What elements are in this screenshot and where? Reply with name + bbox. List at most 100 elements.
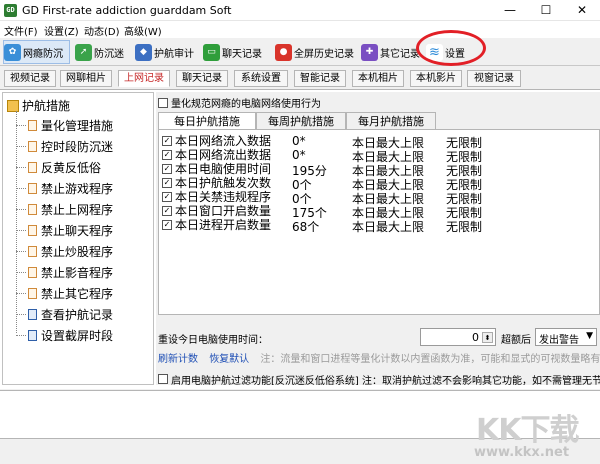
tree-item-block-games[interactable]: 禁止游戏程序 [16, 178, 113, 198]
tab-window-records[interactable]: 视窗记录 [467, 70, 521, 87]
tab-monthly-measures[interactable]: 每月护航措施 [346, 112, 436, 129]
tree-item-label: 反黄反低俗 [41, 160, 102, 175]
page-icon [28, 140, 37, 152]
chat-icon: ▭ [203, 43, 220, 61]
menu-settings[interactable]: 设置(Z) [44, 23, 79, 38]
menu-dynamic[interactable]: 动态(D) [84, 23, 120, 38]
row-value: 0* [292, 148, 306, 162]
minimize-button[interactable]: — [492, 0, 528, 21]
camera-icon: ● [275, 43, 292, 61]
toolbar-addiction-button[interactable]: ✿ 网瘾防沉 [3, 40, 70, 64]
row-checkbox[interactable]: ✓ [162, 135, 172, 146]
tree-item-block-web[interactable]: 禁止上网程序 [16, 199, 113, 219]
app-icon: GD [4, 4, 17, 17]
tab-system-settings[interactable]: 系统设置 [234, 70, 288, 87]
close-button[interactable]: ✕ [564, 0, 600, 21]
tree-item-view-records[interactable]: 查看护航记录 [16, 304, 113, 324]
tree-root-label: 护航措施 [22, 99, 71, 113]
tree-item-block-stocks[interactable]: 禁止炒股程序 [16, 241, 113, 261]
tree-item-anti-vulgar[interactable]: 反黄反低俗 [16, 157, 101, 177]
links-row: 刷新计数 恢复默认 注：流量和窗口进程等量化计数以内置函数为准，可能和显式的可视… [158, 350, 600, 364]
tab-local-videos[interactable]: 本机影片 [410, 70, 462, 87]
row-checkbox[interactable]: ✓ [162, 219, 172, 230]
tree-item-label: 设置截屏时段 [41, 328, 114, 343]
tree-item-label: 控时段防沉迷 [41, 139, 114, 154]
toolbar-settings-label: 设置 [445, 48, 465, 60]
page-icon [28, 308, 37, 320]
toolbar-other-records-label: 其它记录 [380, 48, 420, 60]
toolbar-other-records-button[interactable]: ✚ 其它记录 [361, 40, 420, 64]
row-name: 本日进程开启数量 [175, 218, 272, 232]
toolbar-addiction-label: 网瘾防沉 [23, 48, 63, 60]
tree-item-label: 禁止炒股程序 [41, 244, 114, 259]
toolbar-fullscreen-history-button[interactable]: ● 全屏历史记录 [275, 40, 355, 64]
flower-icon: ✿ [4, 43, 21, 61]
filter-checkbox-label: 启用电脑护航过滤功能[反沉迷反低俗系统] 注：取消护航过滤不会影响其它功能，如不… [171, 375, 600, 386]
row-limit-label: 本日最大上限 [352, 220, 425, 234]
row-checkbox[interactable]: ✓ [162, 205, 172, 216]
count-hint: 注：流量和窗口进程等量化计数以内置函数为准，可能和显式的可视数量略有差异 [260, 354, 600, 364]
tab-video-records[interactable]: 视频记录 [4, 70, 56, 87]
reset-time-label: 重设今日电脑使用时间： [158, 335, 268, 346]
window-title: GD First-rate addiction guarddam Soft [22, 4, 232, 17]
tab-chat-photos[interactable]: 网聊相片 [60, 70, 112, 87]
tree-item-label: 禁止影音程序 [41, 265, 114, 280]
daily-limits-table: ✓ 本日网络流入数据 0* 本日最大上限 无限制 ✓ 本日网络流出数据 0* 本… [158, 129, 600, 315]
exceed-action-select[interactable]: 发出警告 ▼ [535, 328, 597, 346]
arrow-icon: ➚ [75, 43, 92, 61]
restore-default-link[interactable]: 恢复默认 [209, 354, 249, 364]
chevron-down-icon: ▼ [586, 331, 593, 341]
exceed-label: 超额后 [501, 335, 531, 346]
page-icon [28, 224, 37, 236]
tree-item-screenshot-period[interactable]: 设置截屏时段 [16, 325, 113, 345]
behavior-checkbox-label: 量化规范网瘾的电脑网络使用行为 [171, 99, 321, 110]
record-tabs: 视频记录 网聊相片 上网记录 聊天记录 系统设置 智能记录 本机相片 本机影片 … [0, 67, 600, 89]
row-value: 0* [292, 134, 306, 148]
tree-item-time-control[interactable]: 控时段防沉迷 [16, 136, 113, 156]
row-checkbox[interactable]: ✓ [162, 191, 172, 202]
tree-item-label: 禁止聊天程序 [41, 223, 114, 238]
spinner-arrows-icon[interactable]: ⬍ [482, 332, 493, 343]
toolbar-audit-label: 护航审计 [154, 48, 194, 60]
tree-item-quantify[interactable]: 量化管理措施 [16, 115, 113, 135]
page-icon [28, 182, 37, 194]
behavior-checkbox[interactable] [158, 97, 168, 108]
tab-chat-records[interactable]: 聊天记录 [176, 70, 228, 87]
toolbar-anti-addiction-label: 防沉迷 [94, 48, 124, 60]
tab-weekly-measures[interactable]: 每周护航措施 [256, 112, 346, 129]
row-limit-value[interactable]: 无限制 [446, 218, 482, 235]
page-icon [28, 203, 37, 215]
row-checkbox[interactable]: ✓ [162, 163, 172, 174]
reset-time-spinner[interactable]: 0 ⬍ [420, 328, 496, 346]
row-checkbox[interactable]: ✓ [162, 149, 172, 160]
page-icon [28, 119, 37, 131]
toolbar-anti-addiction-button[interactable]: ➚ 防沉迷 [75, 40, 131, 64]
tree-item-label: 禁止上网程序 [41, 202, 114, 217]
behavior-checkbox-row[interactable]: 量化规范网瘾的电脑网络使用行为 [158, 95, 321, 110]
tab-local-photos[interactable]: 本机相片 [352, 70, 404, 87]
toolbar-audit-button[interactable]: ◆ 护航审计 [135, 40, 199, 64]
filter-checkbox-row[interactable]: 启用电脑护航过滤功能[反沉迷反低俗系统] 注：取消护航过滤不会影响其它功能，如不… [158, 373, 600, 385]
filter-checkbox[interactable] [158, 374, 168, 384]
refresh-count-link[interactable]: 刷新计数 [158, 354, 198, 364]
tree-item-block-other[interactable]: 禁止其它程序 [16, 283, 113, 303]
watermark-logo: KK下载 [476, 413, 579, 448]
page-icon [28, 329, 37, 341]
maximize-button[interactable]: ☐ [528, 0, 564, 21]
row-checkbox[interactable]: ✓ [162, 177, 172, 188]
page-icon [28, 287, 37, 299]
tree-item-label: 查看护航记录 [41, 307, 114, 322]
table-row[interactable]: ✓ 本日进程开启数量 68个 本日最大上限 无限制 [162, 218, 482, 234]
toolbar-settings-button[interactable]: ≋ 设置 [426, 40, 474, 64]
tab-daily-measures[interactable]: 每日护航措施 [158, 112, 256, 129]
exceed-action-value: 发出警告 [539, 335, 579, 346]
tree-item-block-media[interactable]: 禁止影音程序 [16, 262, 113, 282]
menu-advanced[interactable]: 高级(W) [124, 23, 162, 38]
reset-time-value: 0 [472, 331, 479, 344]
title-bar: GD GD First-rate addiction guarddam Soft… [0, 0, 600, 21]
menu-file[interactable]: 文件(F) [4, 23, 38, 38]
tab-smart-records[interactable]: 智能记录 [294, 70, 346, 87]
toolbar-chat-button[interactable]: ▭ 聊天记录 [203, 40, 267, 64]
tree-item-block-chat[interactable]: 禁止聊天程序 [16, 220, 113, 240]
tab-web-records[interactable]: 上网记录 [118, 70, 170, 87]
